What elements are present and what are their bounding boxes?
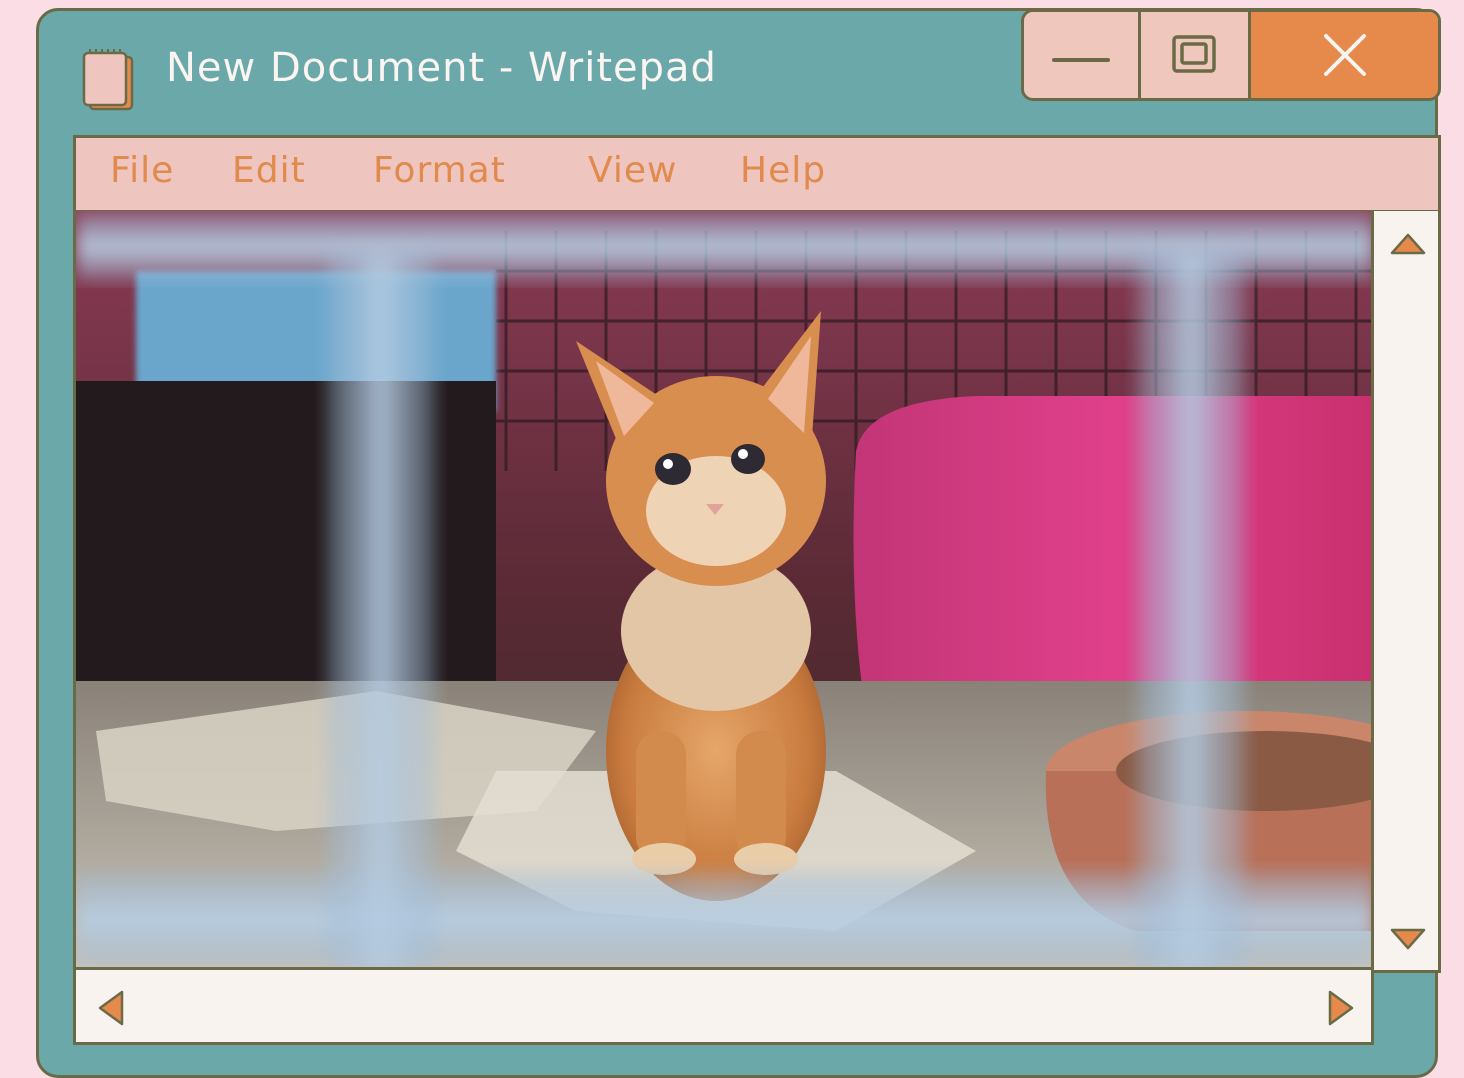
window-controls [1021, 9, 1441, 101]
close-button[interactable] [1251, 12, 1438, 98]
notepad-icon [82, 49, 134, 111]
window-title: New Document - Writepad [166, 45, 717, 91]
menu-bar: File Edit Format View Help [73, 135, 1441, 213]
arrow-up-icon[interactable] [1388, 231, 1428, 257]
close-icon [1323, 34, 1366, 76]
maximize-icon [1171, 35, 1216, 73]
menu-help[interactable]: Help [740, 150, 826, 191]
menu-format[interactable]: Format [373, 150, 506, 191]
arrow-right-icon[interactable] [1326, 988, 1356, 1028]
menu-edit[interactable]: Edit [232, 150, 306, 191]
app-window: New Document - Writepad File Edit Format… [36, 8, 1441, 1078]
arrow-left-icon[interactable] [96, 988, 126, 1028]
horizontal-scrollbar[interactable] [73, 967, 1374, 1045]
kitten-photo [76, 211, 1371, 969]
vertical-scrollbar[interactable] [1371, 211, 1441, 973]
menu-file[interactable]: File [110, 150, 174, 191]
minimize-icon [1052, 58, 1110, 62]
minimize-button[interactable] [1024, 12, 1141, 98]
arrow-down-icon[interactable] [1388, 926, 1428, 952]
document-content[interactable] [73, 211, 1371, 969]
maximize-button[interactable] [1141, 12, 1251, 98]
menu-view[interactable]: View [588, 150, 677, 191]
